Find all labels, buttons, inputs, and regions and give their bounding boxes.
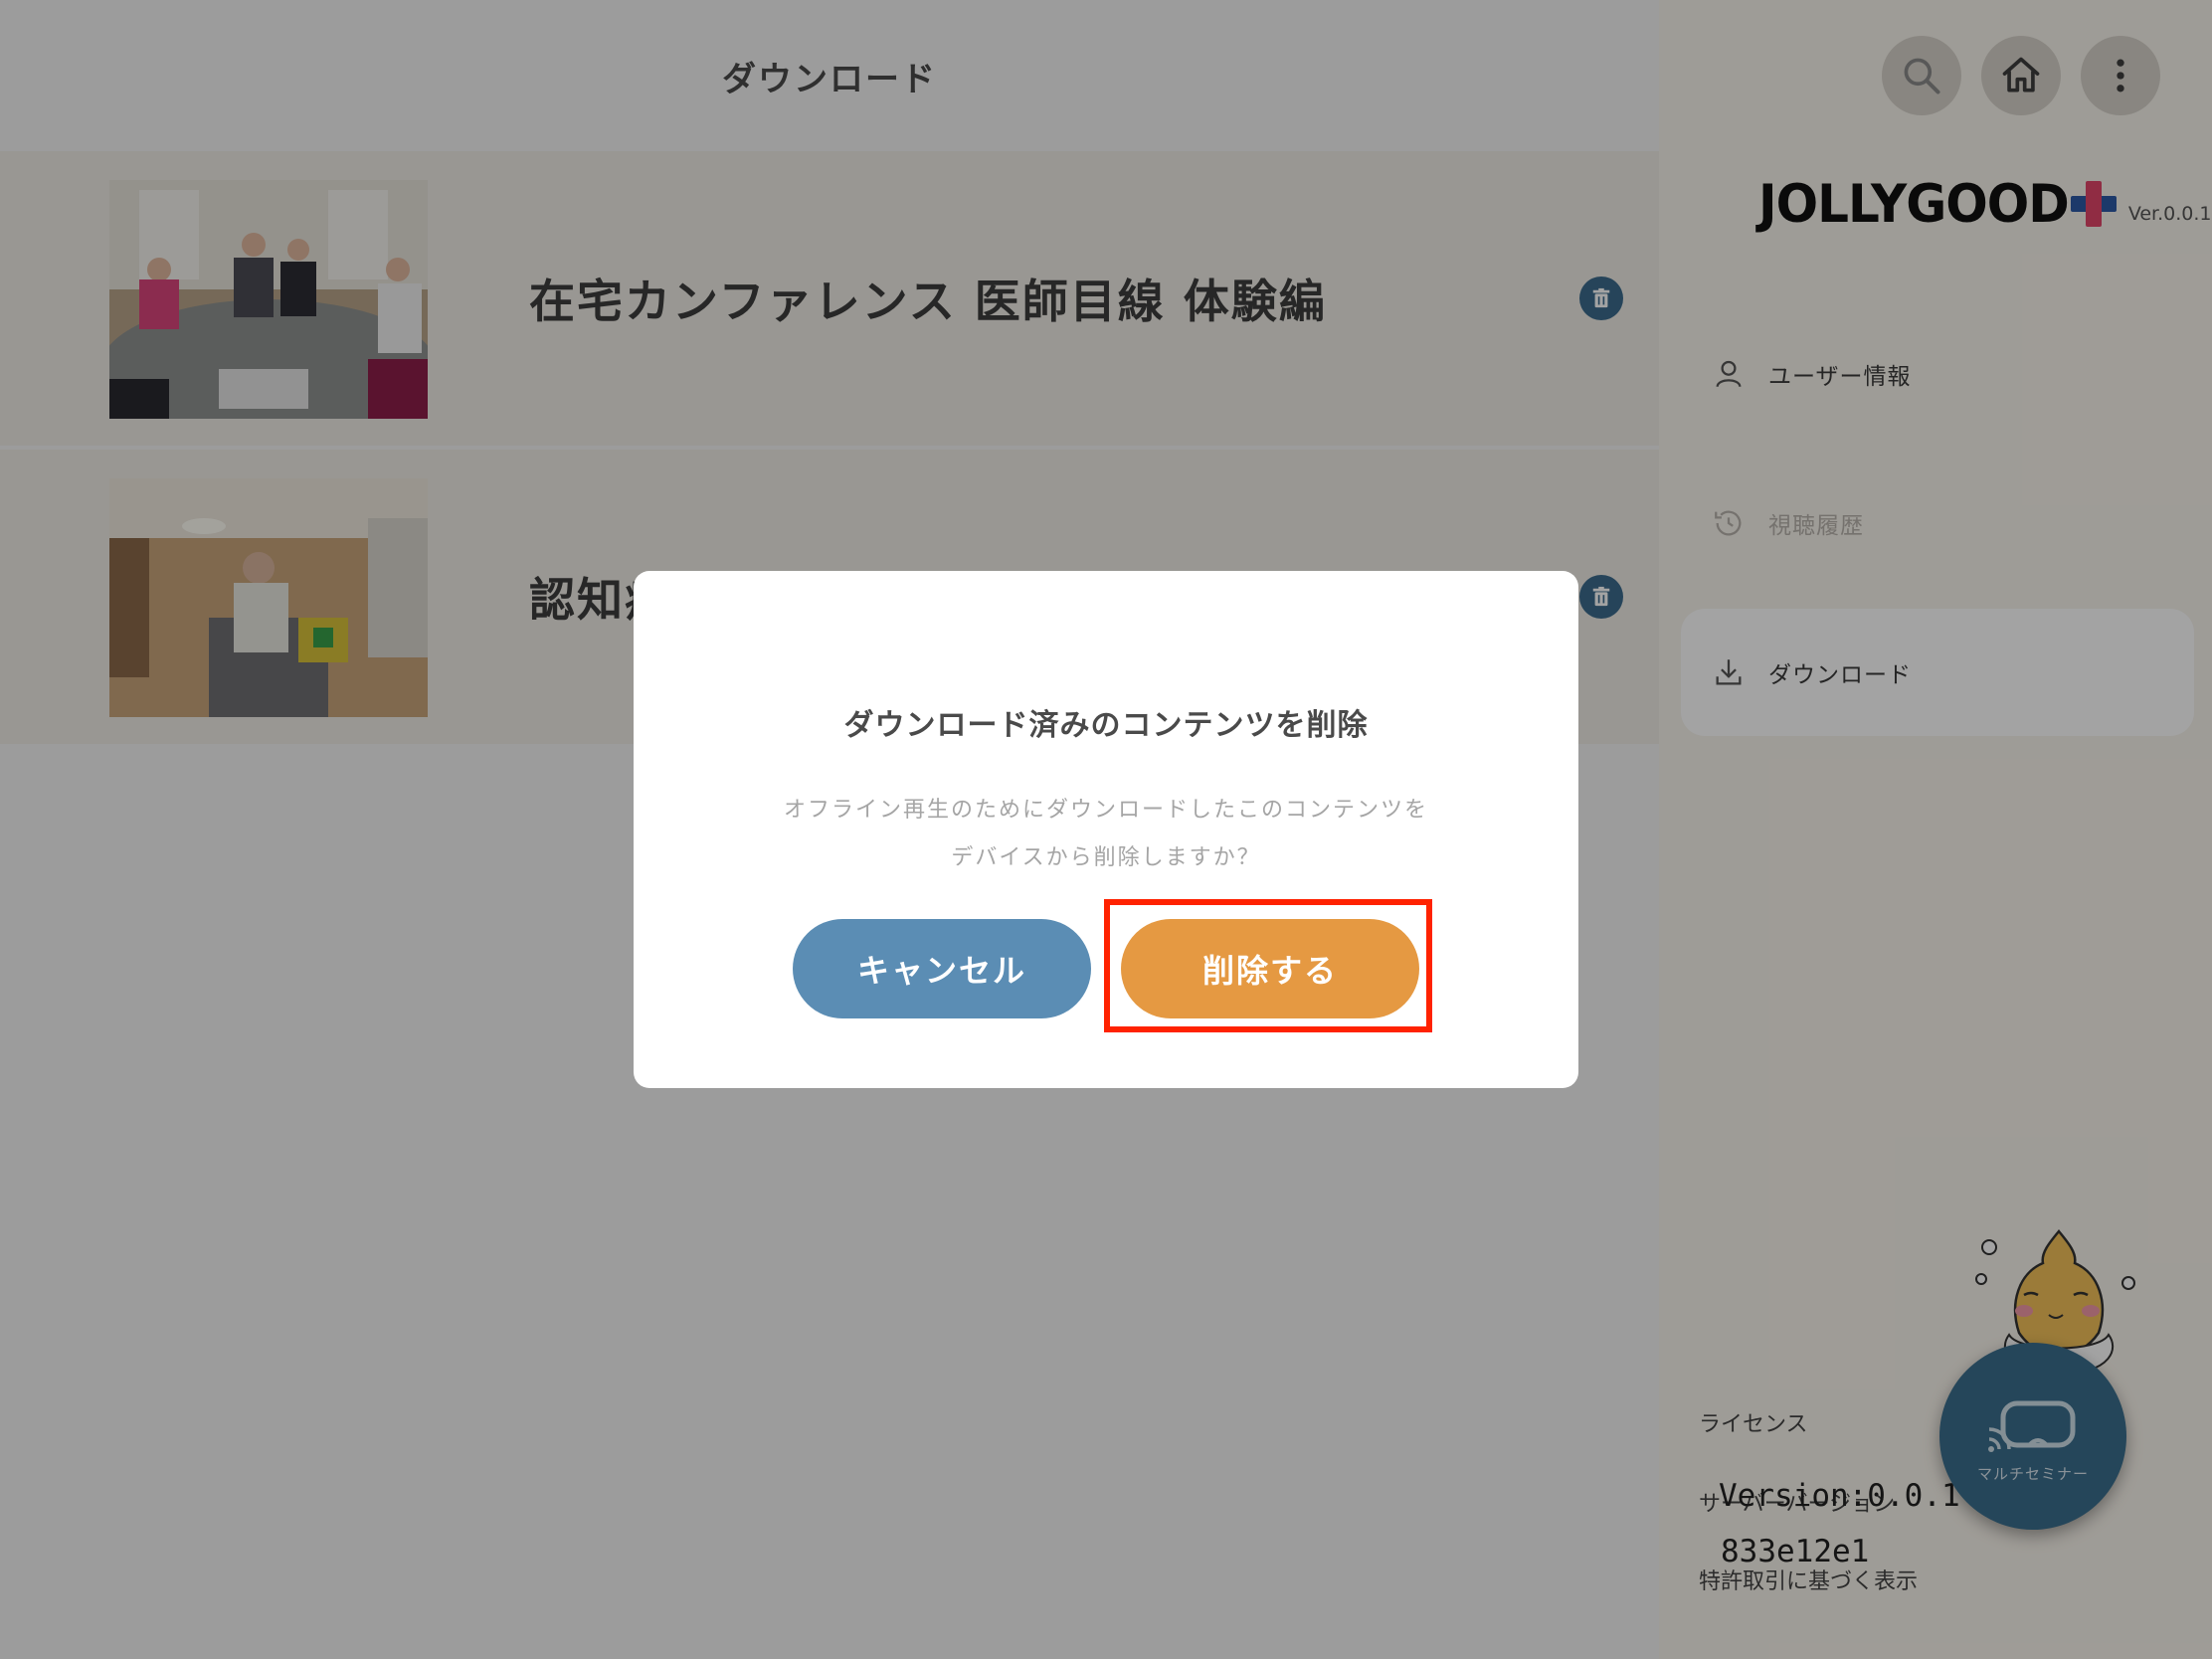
dialog-title: ダウンロード済みのコンテンツを削除 [843,708,1369,743]
cancel-button[interactable]: キャンセル [793,919,1091,1018]
highlight-box [1104,899,1432,1032]
dialog-message: オフライン再生のためにダウンロードしたこのコンテンツを [783,798,1428,823]
delete-confirm-dialog: ダウンロード済みのコンテンツを削除 オフライン再生のためにダウンロードしたこのコ… [634,571,1578,1088]
dialog-message: デバイスから削除しますか？ [951,845,1261,870]
